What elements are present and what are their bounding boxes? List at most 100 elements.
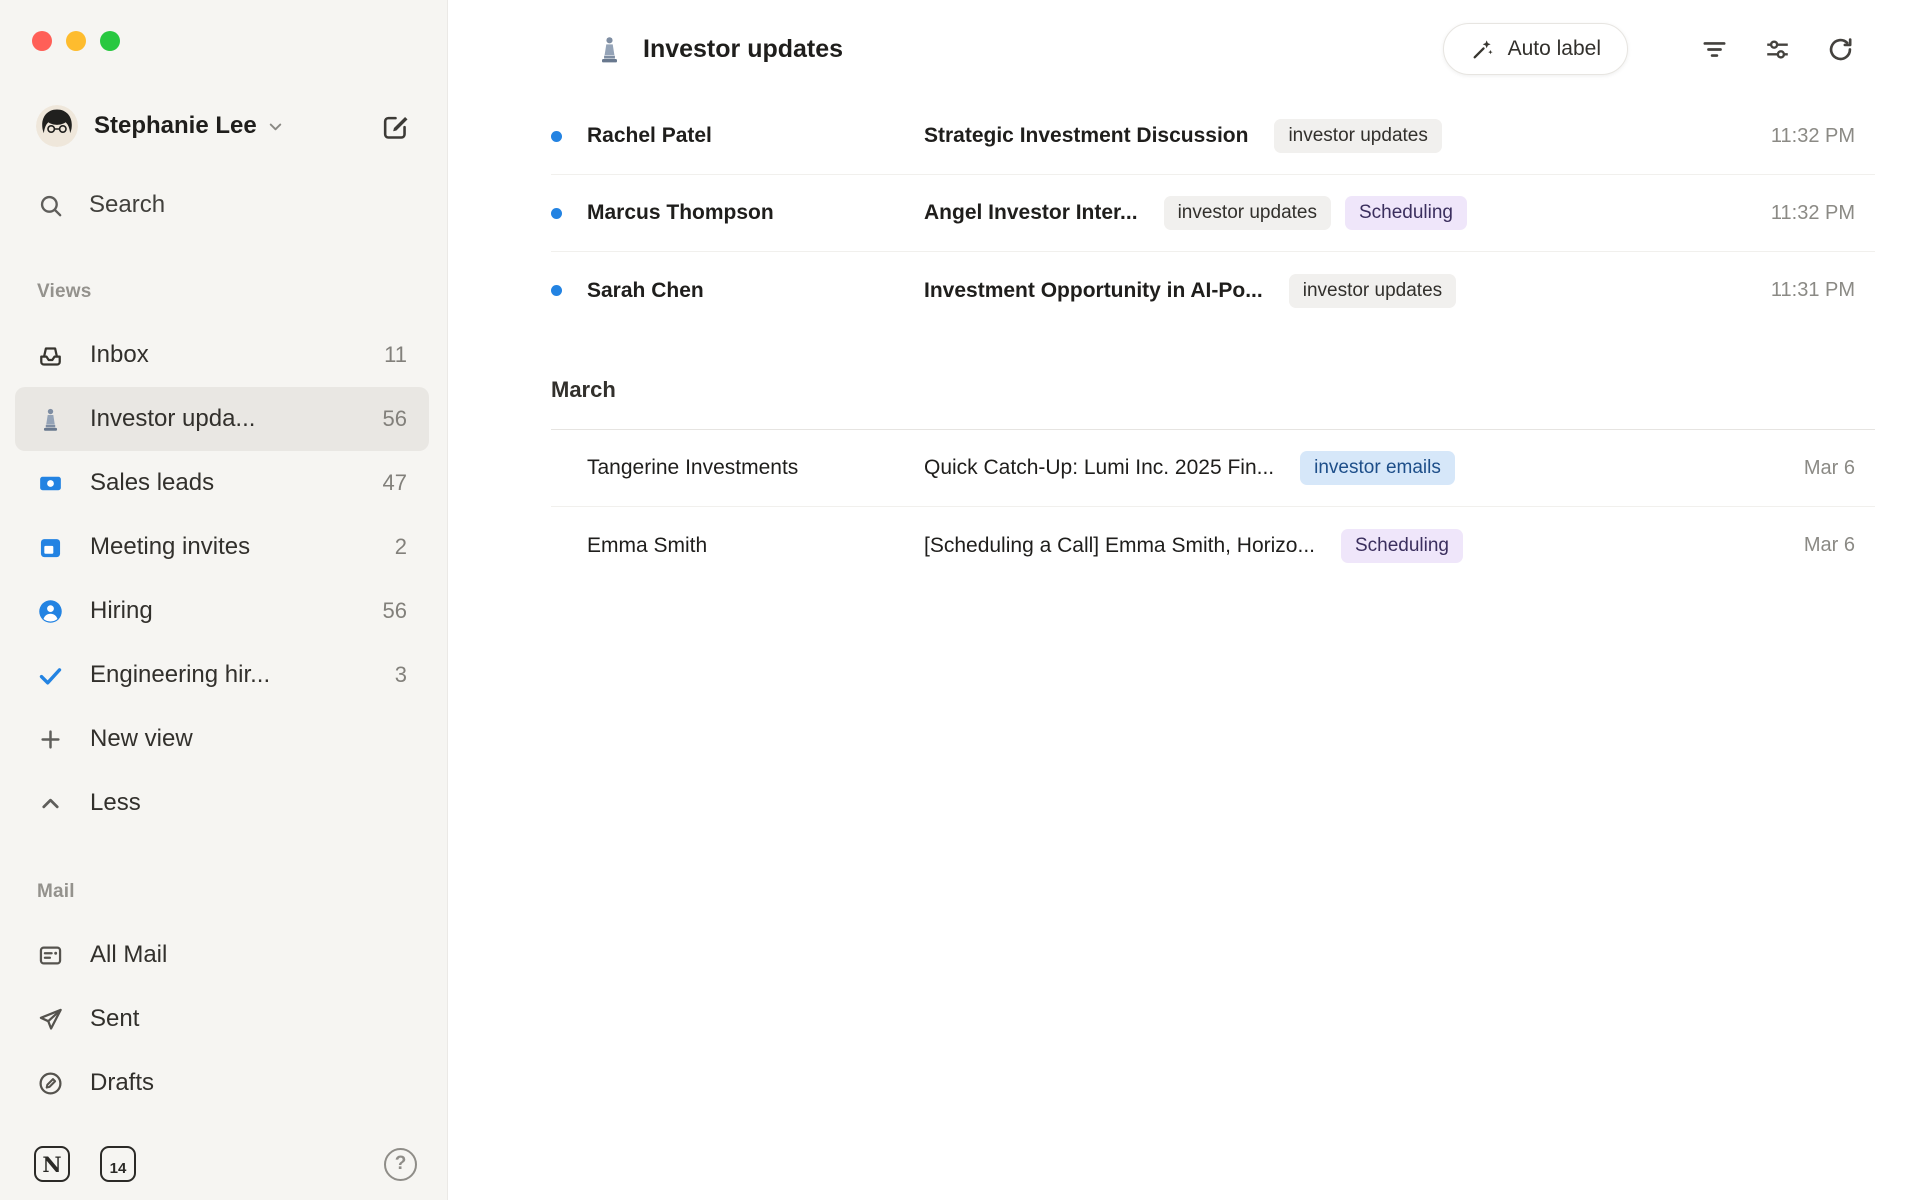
email-time: Mar 6 bbox=[1780, 457, 1855, 480]
investor-statue-icon bbox=[37, 406, 64, 433]
sidebar-item-label: Sent bbox=[90, 1005, 139, 1033]
email-time: Mar 6 bbox=[1780, 534, 1855, 557]
sidebar-item-label: Inbox bbox=[90, 341, 149, 369]
investor-statue-icon bbox=[594, 34, 625, 65]
email-sender: Marcus Thompson bbox=[587, 201, 924, 225]
views-list: Inbox 11 Investor upda... 56 bbox=[0, 323, 447, 835]
banknote-icon bbox=[37, 470, 64, 497]
sidebar-item-meeting-invites[interactable]: Meeting invites 2 bbox=[15, 515, 429, 579]
sidebar-item-all-mail[interactable]: All Mail bbox=[15, 923, 429, 987]
send-icon bbox=[37, 1006, 64, 1033]
user-avatar bbox=[36, 105, 78, 147]
sidebar-item-label: Investor upda... bbox=[90, 405, 255, 433]
sidebar-item-drafts[interactable]: Drafts bbox=[15, 1051, 429, 1115]
email-tags: investor updates bbox=[1274, 119, 1441, 153]
views-section-label: Views bbox=[0, 281, 447, 303]
sidebar-item-sales-leads[interactable]: Sales leads 47 bbox=[15, 451, 429, 515]
unread-dot bbox=[551, 208, 587, 219]
unread-dot bbox=[551, 131, 587, 142]
refresh-icon[interactable] bbox=[1826, 35, 1855, 64]
less-button[interactable]: Less bbox=[15, 771, 429, 835]
label-chip[interactable]: Scheduling bbox=[1341, 529, 1463, 563]
sidebar-item-count: 2 bbox=[395, 534, 407, 560]
view-header: Investor updates Auto label bbox=[448, 0, 1920, 98]
email-row[interactable]: Emma Smith [Scheduling a Call] Emma Smit… bbox=[551, 507, 1875, 584]
email-row[interactable]: Tangerine Investments Quick Catch-Up: Lu… bbox=[551, 430, 1875, 507]
label-chip[interactable]: Scheduling bbox=[1345, 196, 1467, 230]
sidebar-item-label: All Mail bbox=[90, 941, 167, 969]
sidebar-item-label: New view bbox=[90, 725, 193, 753]
email-sender: Sarah Chen bbox=[587, 279, 924, 303]
sidebar-item-count: 56 bbox=[383, 598, 407, 624]
email-list: Rachel Patel Strategic Investment Discus… bbox=[551, 98, 1875, 584]
email-sender: Rachel Patel bbox=[587, 124, 924, 148]
email-time: 11:31 PM bbox=[1747, 279, 1855, 302]
mail-section-label: Mail bbox=[0, 881, 447, 903]
sidebar-item-inbox[interactable]: Inbox 11 bbox=[15, 323, 429, 387]
compose-icon[interactable] bbox=[380, 111, 411, 142]
email-sender: Emma Smith bbox=[587, 534, 924, 558]
close-window-button[interactable] bbox=[32, 31, 52, 51]
email-tags: investor updates bbox=[1289, 274, 1456, 308]
sidebar-item-label: Hiring bbox=[90, 597, 153, 625]
email-row[interactable]: Marcus Thompson Angel Investor Inter... … bbox=[551, 175, 1875, 252]
chevron-up-icon bbox=[37, 790, 64, 817]
mail-list: All Mail Sent Drafts bbox=[0, 923, 447, 1115]
sidebar-item-investor-updates[interactable]: Investor upda... 56 bbox=[15, 387, 429, 451]
email-group: Rachel Patel Strategic Investment Discus… bbox=[551, 98, 1875, 329]
notion-calendar-icon[interactable]: 14 bbox=[100, 1146, 136, 1182]
display-settings-icon[interactable] bbox=[1763, 35, 1792, 64]
zoom-window-button[interactable] bbox=[100, 31, 120, 51]
email-sender: Tangerine Investments bbox=[587, 456, 924, 480]
minimize-window-button[interactable] bbox=[66, 31, 86, 51]
email-row[interactable]: Rachel Patel Strategic Investment Discus… bbox=[551, 98, 1875, 175]
sidebar-item-count: 47 bbox=[383, 470, 407, 496]
all-mail-icon bbox=[37, 942, 64, 969]
sidebar: Stephanie Lee Search Views bbox=[0, 0, 448, 1200]
sidebar-item-engineering-hiring[interactable]: Engineering hir... 3 bbox=[15, 643, 429, 707]
plus-icon bbox=[37, 726, 64, 753]
sidebar-item-hiring[interactable]: Hiring 56 bbox=[15, 579, 429, 643]
help-icon[interactable]: ? bbox=[384, 1148, 417, 1181]
inbox-icon bbox=[37, 342, 64, 369]
auto-label-button-label: Auto label bbox=[1508, 37, 1601, 61]
email-time: 11:32 PM bbox=[1747, 125, 1855, 148]
sidebar-item-sent[interactable]: Sent bbox=[15, 987, 429, 1051]
search-icon bbox=[37, 192, 64, 219]
drafts-icon bbox=[37, 1070, 64, 1097]
checkmark-icon bbox=[37, 662, 64, 689]
label-chip[interactable]: investor updates bbox=[1274, 119, 1441, 153]
sidebar-item-count: 56 bbox=[383, 406, 407, 432]
page-title: Investor updates bbox=[643, 35, 843, 64]
email-subject: Quick Catch-Up: Lumi Inc. 2025 Fin... bbox=[924, 456, 1274, 480]
window-controls bbox=[0, 0, 447, 51]
calendar-icon bbox=[37, 534, 64, 561]
person-circle-icon bbox=[37, 598, 64, 625]
email-row[interactable]: Sarah Chen Investment Opportunity in AI-… bbox=[551, 252, 1875, 329]
auto-label-button[interactable]: Auto label bbox=[1443, 23, 1628, 75]
search-label: Search bbox=[89, 191, 165, 219]
filter-icon[interactable] bbox=[1700, 35, 1729, 64]
label-chip[interactable]: investor emails bbox=[1300, 451, 1455, 485]
app-window: Stephanie Lee Search Views bbox=[0, 0, 1920, 1200]
email-tags: Scheduling bbox=[1341, 529, 1463, 563]
label-chip[interactable]: investor updates bbox=[1289, 274, 1456, 308]
email-time: 11:32 PM bbox=[1747, 202, 1855, 225]
email-subject: Angel Investor Inter... bbox=[924, 201, 1138, 225]
main-content: Investor updates Auto label bbox=[448, 0, 1920, 1200]
email-subject: Investment Opportunity in AI-Po... bbox=[924, 279, 1263, 303]
new-view-button[interactable]: New view bbox=[15, 707, 429, 771]
label-chip[interactable]: investor updates bbox=[1164, 196, 1331, 230]
search-button[interactable]: Search bbox=[0, 191, 447, 219]
email-subject: Strategic Investment Discussion bbox=[924, 124, 1248, 148]
account-switcher[interactable]: Stephanie Lee bbox=[0, 105, 447, 147]
email-tags: investor updates Scheduling bbox=[1164, 196, 1467, 230]
sidebar-item-label: Meeting invites bbox=[90, 533, 250, 561]
sidebar-item-label: Less bbox=[90, 789, 141, 817]
sidebar-footer: N 14 ? bbox=[0, 1146, 447, 1182]
sidebar-item-label: Drafts bbox=[90, 1069, 154, 1097]
notion-icon[interactable]: N bbox=[34, 1146, 70, 1182]
sidebar-item-label: Engineering hir... bbox=[90, 661, 270, 689]
sidebar-item-label: Sales leads bbox=[90, 469, 214, 497]
user-name: Stephanie Lee bbox=[94, 112, 257, 140]
